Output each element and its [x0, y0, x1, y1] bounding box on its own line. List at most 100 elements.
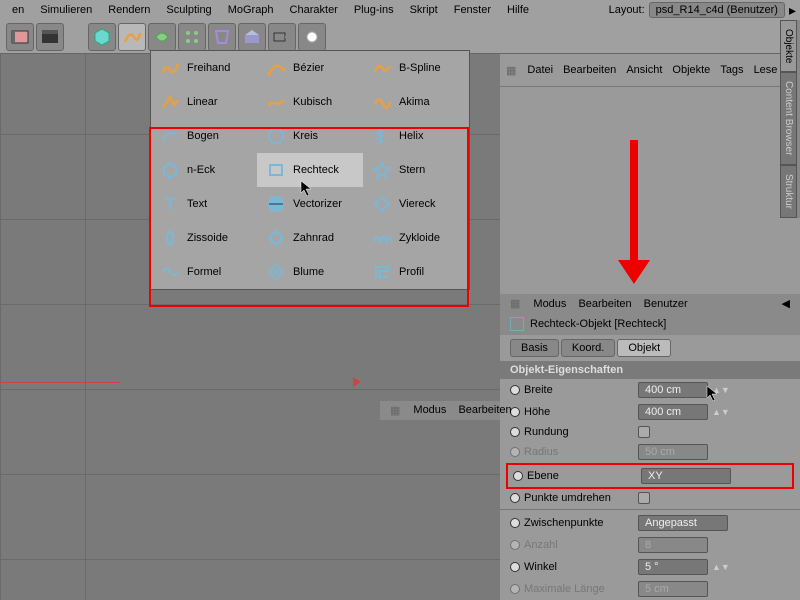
spinner-icon[interactable]: ▲▼: [712, 385, 730, 395]
objects-menu-item[interactable]: Datei: [527, 64, 553, 76]
winkel-input[interactable]: [638, 559, 708, 575]
attribute-panel: ▦ Modus Bearbeiten Benutzer ◀ Rechteck-O…: [500, 294, 800, 600]
prop-label: Radius: [524, 446, 634, 458]
formula-icon: [159, 261, 181, 283]
diamond-icon: [371, 193, 393, 215]
spline-item-freehand[interactable]: Freihand: [151, 51, 257, 85]
highlight-ebene: Ebene: [506, 463, 794, 489]
menu-item[interactable]: MoGraph: [220, 4, 282, 16]
panel-menu-item[interactable]: Bearbeiten: [458, 404, 511, 417]
spline-item-formula[interactable]: Formel: [151, 255, 257, 289]
camera-icon[interactable]: [268, 23, 296, 51]
spline-item-profile[interactable]: Profil: [363, 255, 469, 289]
spline-tool-icon[interactable]: [118, 23, 146, 51]
hoehe-input[interactable]: [638, 404, 708, 420]
spline-item-vectorizer[interactable]: Vectorizer: [257, 187, 363, 221]
collapse-icon[interactable]: ◀: [782, 297, 790, 310]
menu-item[interactable]: Plug-ins: [346, 4, 402, 16]
menu-item[interactable]: en: [4, 4, 32, 16]
spline-item-arc[interactable]: Bogen: [151, 119, 257, 153]
prop-label: Anzahl: [524, 539, 634, 551]
radius-input: [638, 444, 708, 460]
prop-anim-dot[interactable]: [510, 562, 520, 572]
prop-anim-dot[interactable]: [510, 385, 520, 395]
linear-icon: [159, 91, 181, 113]
menu-item[interactable]: Charakter: [282, 4, 346, 16]
cube-icon[interactable]: [88, 23, 116, 51]
film-icon[interactable]: [6, 23, 34, 51]
tab-koord[interactable]: Koord.: [561, 339, 615, 357]
panel-menu-item[interactable]: Modus: [413, 404, 446, 417]
spline-item-zissoid[interactable]: Zissoide: [151, 221, 257, 255]
vtab-content-browser[interactable]: Content Browser: [780, 72, 797, 164]
prop-label: Rundung: [524, 426, 634, 438]
spline-item-helix[interactable]: Helix: [363, 119, 469, 153]
layout-arrow-icon[interactable]: ▸: [789, 2, 796, 19]
prop-anim-dot[interactable]: [510, 427, 520, 437]
attr-menu-item[interactable]: Bearbeiten: [578, 298, 631, 310]
spline-item-label: Text: [187, 198, 207, 210]
spline-item-bspline[interactable]: B-Spline: [363, 51, 469, 85]
spline-item-circle[interactable]: Kreis: [257, 119, 363, 153]
light-icon[interactable]: [298, 23, 326, 51]
clapper-icon[interactable]: [36, 23, 64, 51]
zwischenpunkte-select[interactable]: [638, 515, 728, 531]
spline-item-label: Zissoide: [187, 232, 228, 244]
spline-item-diamond[interactable]: Viereck: [363, 187, 469, 221]
anzahl-input: [638, 537, 708, 553]
spline-item-bezier[interactable]: Bézier: [257, 51, 363, 85]
breite-input[interactable]: [638, 382, 708, 398]
spline-item-cycloid[interactable]: Zykloide: [363, 221, 469, 255]
objects-menu-item[interactable]: Objekte: [672, 64, 710, 76]
spline-item-akima[interactable]: Akima: [363, 85, 469, 119]
menu-item[interactable]: Simulieren: [32, 4, 100, 16]
vtab-struktur[interactable]: Struktur: [780, 165, 797, 218]
spline-item-text[interactable]: T Text: [151, 187, 257, 221]
spinner-icon[interactable]: ▲▼: [712, 562, 730, 572]
bezier-icon: [265, 57, 287, 79]
spline-item-gear[interactable]: Zahnrad: [257, 221, 363, 255]
menu-item[interactable]: Sculpting: [158, 4, 219, 16]
vtab-objekte[interactable]: Objekte: [780, 20, 797, 72]
rect-icon: [265, 159, 287, 181]
spline-item-kubisch[interactable]: Kubisch: [257, 85, 363, 119]
rundung-checkbox[interactable]: [638, 426, 650, 438]
ebene-select[interactable]: [641, 468, 731, 484]
prop-anim-dot[interactable]: [510, 493, 520, 503]
umdrehen-checkbox[interactable]: [638, 492, 650, 504]
object-title: Rechteck-Objekt [Rechteck]: [530, 318, 666, 330]
menu-item[interactable]: Fenster: [446, 4, 499, 16]
menu-item[interactable]: Hilfe: [499, 4, 537, 16]
kubisch-icon: [265, 91, 287, 113]
menu-item[interactable]: Skript: [402, 4, 446, 16]
objects-menu-item[interactable]: Bearbeiten: [563, 64, 616, 76]
objects-tree[interactable]: [500, 87, 800, 294]
attr-menu-item[interactable]: Modus: [533, 298, 566, 310]
svg-text:T: T: [165, 196, 175, 213]
objects-menu-item[interactable]: Lese: [754, 64, 778, 76]
nurbs-icon[interactable]: [148, 23, 176, 51]
objects-menu-item[interactable]: Ansicht: [626, 64, 662, 76]
objects-menu-item[interactable]: Tags: [720, 64, 743, 76]
annotation-arrow: [630, 140, 650, 284]
helix-icon: [371, 125, 393, 147]
menu-item[interactable]: Rendern: [100, 4, 158, 16]
tab-basis[interactable]: Basis: [510, 339, 559, 357]
prop-anim-dot[interactable]: [510, 518, 520, 528]
spline-item-rect[interactable]: Rechteck: [257, 153, 363, 187]
spline-item-star[interactable]: Stern: [363, 153, 469, 187]
spline-item-flower[interactable]: Blume: [257, 255, 363, 289]
scene-icon[interactable]: [238, 23, 266, 51]
spinner-icon[interactable]: ▲▼: [712, 407, 730, 417]
tab-objekt[interactable]: Objekt: [617, 339, 671, 357]
array-icon[interactable]: [178, 23, 206, 51]
spline-item-hexagon[interactable]: n-Eck: [151, 153, 257, 187]
spline-item-linear[interactable]: Linear: [151, 85, 257, 119]
attr-menu-item[interactable]: Benutzer: [644, 298, 688, 310]
layout-select[interactable]: psd_R14_c4d (Benutzer): [649, 2, 785, 18]
right-tab-strip: Objekte Content Browser Struktur: [780, 20, 800, 218]
deformer-icon[interactable]: [208, 23, 236, 51]
prop-anim-dot[interactable]: [513, 471, 523, 481]
prop-zwischenpunkte: Zwischenpunkte: [500, 512, 800, 534]
spline-item-label: Akima: [399, 96, 430, 108]
